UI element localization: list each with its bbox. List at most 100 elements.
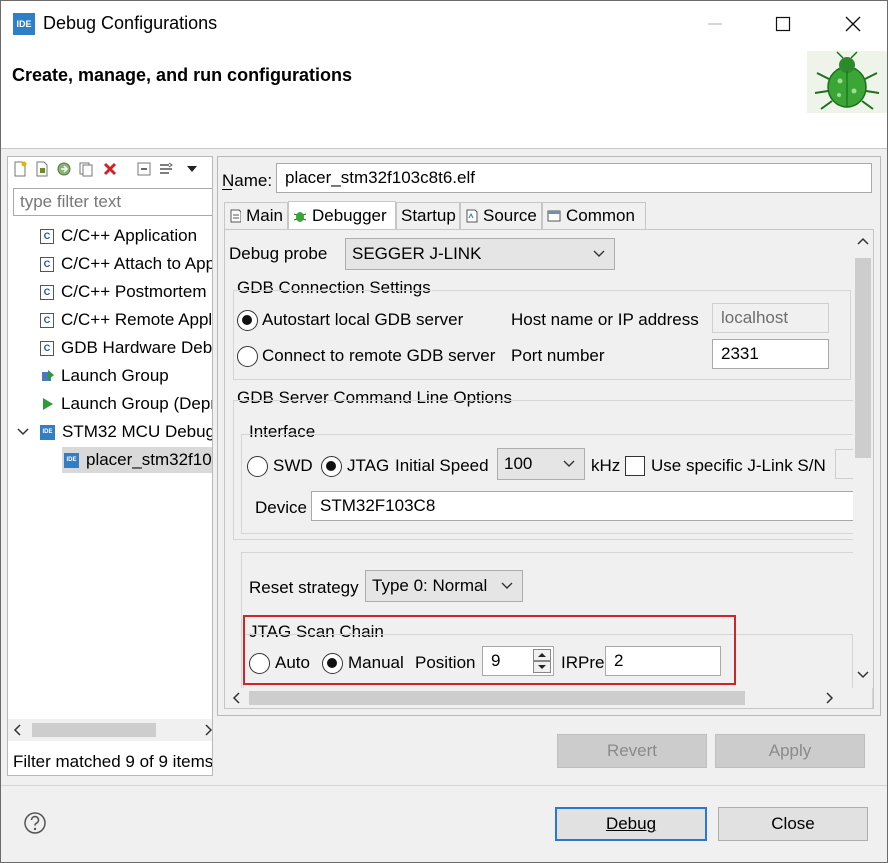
reset-strategy-select[interactable]: Type 0: Normal [365,570,523,602]
new-config-icon[interactable] [12,161,28,177]
tree-item[interactable]: C C/C++ Application [40,223,197,249]
port-label: Port number [511,346,605,365]
tree-item[interactable]: C C/C++ Postmortem Debugger [40,279,212,305]
host-input[interactable]: localhost [712,303,829,333]
tab-debugger[interactable]: Debugger [288,201,396,230]
tree-item[interactable]: C GDB Hardware Debugging [40,335,213,361]
maximize-icon [775,16,791,32]
minimize-icon [708,23,722,25]
content-vertical-scrollbar[interactable] [853,230,873,688]
initial-speed-select[interactable]: 100 [497,448,585,480]
filter-input[interactable] [13,188,212,216]
specific-sn-checkbox[interactable] [625,456,645,476]
mnemonic-underline [222,189,232,190]
window-title: Debug Configurations [43,13,218,33]
name-input[interactable] [276,163,872,193]
swd-label: SWD [273,456,313,475]
c-config-icon: C [40,228,54,244]
tab-main[interactable]: Main [224,202,288,229]
filter-config-icon[interactable] [158,161,174,177]
tab-common[interactable]: Common [542,202,646,229]
new-prototype-icon[interactable] [34,161,50,177]
close-button[interactable]: Close [718,807,868,841]
chevron-down-icon[interactable] [857,668,869,680]
delete-config-icon[interactable] [102,161,118,177]
name-label: Name: [222,171,273,190]
tree-item[interactable]: IDE STM32 MCU Debugging [16,419,212,445]
tree-item-selected[interactable]: IDE placer_stm32f103c8t6.elf [62,447,212,473]
debug-configurations-window: IDE Debug Configurations Create, manage,… [0,0,888,863]
close-label: Close [771,814,815,833]
reset-strategy-label: Reset strategy [249,578,359,597]
connect-remote-radio[interactable] [237,346,258,367]
revert-button[interactable]: Revert [557,734,707,768]
specific-sn-label: Use specific J-Link S/N [651,456,826,475]
launch-group-icon [42,370,54,381]
scroll-left-icon[interactable] [231,692,243,704]
tab-label: Startup [401,206,456,225]
main-tab-icon [230,209,242,223]
content-horizontal-scrollbar[interactable] [225,688,853,708]
close-window-button[interactable] [819,1,887,47]
device-input[interactable]: STM32F103C8 [311,491,871,521]
scroll-right-icon[interactable] [823,692,835,704]
port-value: 2331 [721,344,759,363]
footer-divider [1,785,887,786]
debug-probe-value: SEGGER J-LINK [352,244,482,263]
apply-button[interactable]: Apply [715,734,865,768]
source-tab-icon [466,209,478,223]
vertical-scroll-thumb[interactable] [855,258,871,458]
horizontal-scroll-thumb[interactable] [249,691,745,705]
connect-remote-label: Connect to remote GDB server [262,346,496,365]
tree-toolbar [8,157,212,183]
close-icon [845,16,861,32]
export-config-icon[interactable] [56,161,72,177]
autostart-radio[interactable] [237,310,258,331]
ide-icon: IDE [40,424,55,440]
scroll-thumb[interactable] [32,723,156,737]
help-icon[interactable] [23,811,47,835]
tree-item-label: Launch Group (Deprecated) [61,394,212,413]
scroll-right-icon[interactable] [202,724,213,736]
tab-startup[interactable]: Startup [396,202,460,229]
initial-speed-label: Initial Speed [395,456,489,475]
view-menu-icon[interactable] [184,161,200,177]
port-input[interactable]: 2331 [712,339,829,369]
tree-item-label: placer_stm32f103c8t6.elf [86,450,212,469]
tree-item-label: GDB Hardware Debugging [61,338,213,357]
chevron-down-icon [501,582,513,589]
minimize-button[interactable] [681,1,749,47]
jtag-scan-chain-highlight [243,615,736,685]
chevron-up-icon[interactable] [857,236,869,248]
tab-label: Main [246,206,283,225]
jtag-radio[interactable] [321,456,342,477]
tree-item[interactable]: C C/C++ Remote Application [40,307,213,333]
debug-probe-select[interactable]: SEGGER J-LINK [345,238,615,270]
debugger-tab-icon [293,212,307,222]
debug-probe-label: Debug probe [229,244,328,263]
tab-label: Source [483,206,537,225]
debug-button[interactable]: Debug [555,807,707,841]
c-config-icon: C [40,312,54,328]
swd-radio[interactable] [247,456,268,477]
device-label: Device [255,498,307,517]
tab-source[interactable]: Source [460,202,542,229]
tree-item[interactable]: C C/C++ Attach to Application [40,251,212,277]
scroll-left-icon[interactable] [12,724,24,736]
initial-speed-value: 100 [504,454,533,473]
speed-unit-label: kHz [591,456,621,475]
tree-item-label: C/C++ Remote Application [61,310,213,329]
c-config-icon: C [40,340,54,356]
host-label: Host name or IP address [511,310,699,329]
tree-item-label: C/C++ Postmortem Debugger [61,282,212,301]
collapse-all-icon[interactable] [136,161,152,177]
tree-item[interactable]: Launch Group [40,363,169,389]
maximize-button[interactable] [749,1,817,47]
debug-label: Debug [605,814,657,833]
duplicate-config-icon[interactable] [78,161,94,177]
tree-item-label: C/C++ Application [61,226,198,245]
tree-horizontal-scrollbar[interactable] [8,719,212,741]
tree-item[interactable]: Launch Group (Deprecated) [40,391,212,417]
filter-status: Filter matched 9 of 9 items [13,752,213,771]
chevron-down-icon[interactable] [16,425,30,439]
